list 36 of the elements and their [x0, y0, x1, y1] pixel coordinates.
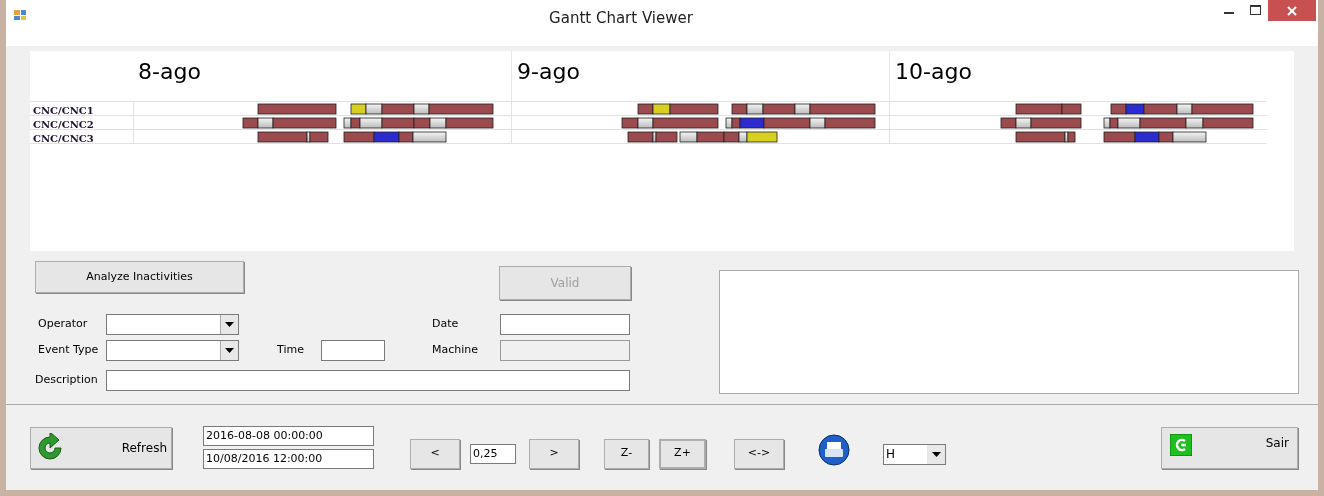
end-date-field[interactable]: 10/08/2016 12:00:00: [203, 449, 374, 469]
time-field[interactable]: [321, 339, 385, 361]
app-icon: [14, 10, 26, 20]
printer-icon: [818, 433, 850, 466]
field-label: Machine: [432, 341, 480, 358]
day-label: 8-ago: [138, 59, 201, 84]
close-icon: [1287, 5, 1297, 16]
description-field[interactable]: [106, 369, 630, 391]
analyze-inactivities-button[interactable]: Analyze Inactivities: [35, 261, 244, 293]
close-button[interactable]: [1268, 0, 1316, 21]
day-label: 10-ago: [895, 59, 972, 84]
field-label: Operator: [37, 315, 89, 332]
previous-button[interactable]: <: [410, 438, 460, 469]
field-label: Time: [277, 341, 305, 358]
unit-dropdown[interactable]: H: [883, 444, 946, 465]
zoom-in-button[interactable]: Z+: [659, 438, 706, 469]
step-field[interactable]: 0,25: [470, 443, 516, 464]
exit-button[interactable]: Sair: [1161, 426, 1298, 469]
event-type-dropdown[interactable]: [106, 339, 239, 361]
date-field[interactable]: [500, 313, 630, 335]
start-date-field[interactable]: 2016-08-08 00:00:00: [203, 426, 374, 446]
operator-dropdown[interactable]: [106, 313, 239, 335]
machine-label: CNC/CNC1: [33, 104, 94, 116]
machine-label: CNC/CNC3: [33, 132, 94, 144]
refresh-icon: [35, 432, 65, 463]
next-button[interactable]: >: [529, 438, 579, 469]
zoom-out-button[interactable]: Z-: [604, 438, 649, 469]
field-label: Date: [432, 315, 460, 332]
refresh-button[interactable]: Refresh: [30, 426, 172, 469]
day-label: 9-ago: [517, 59, 580, 84]
window-title: Gantt Chart Viewer: [548, 8, 694, 29]
exit-icon: [1170, 433, 1192, 456]
fit-button[interactable]: <->: [734, 438, 784, 469]
field-label: Event Type: [37, 341, 100, 358]
field-label: Description: [35, 371, 99, 388]
machine-label: CNC/CNC2: [33, 118, 94, 130]
